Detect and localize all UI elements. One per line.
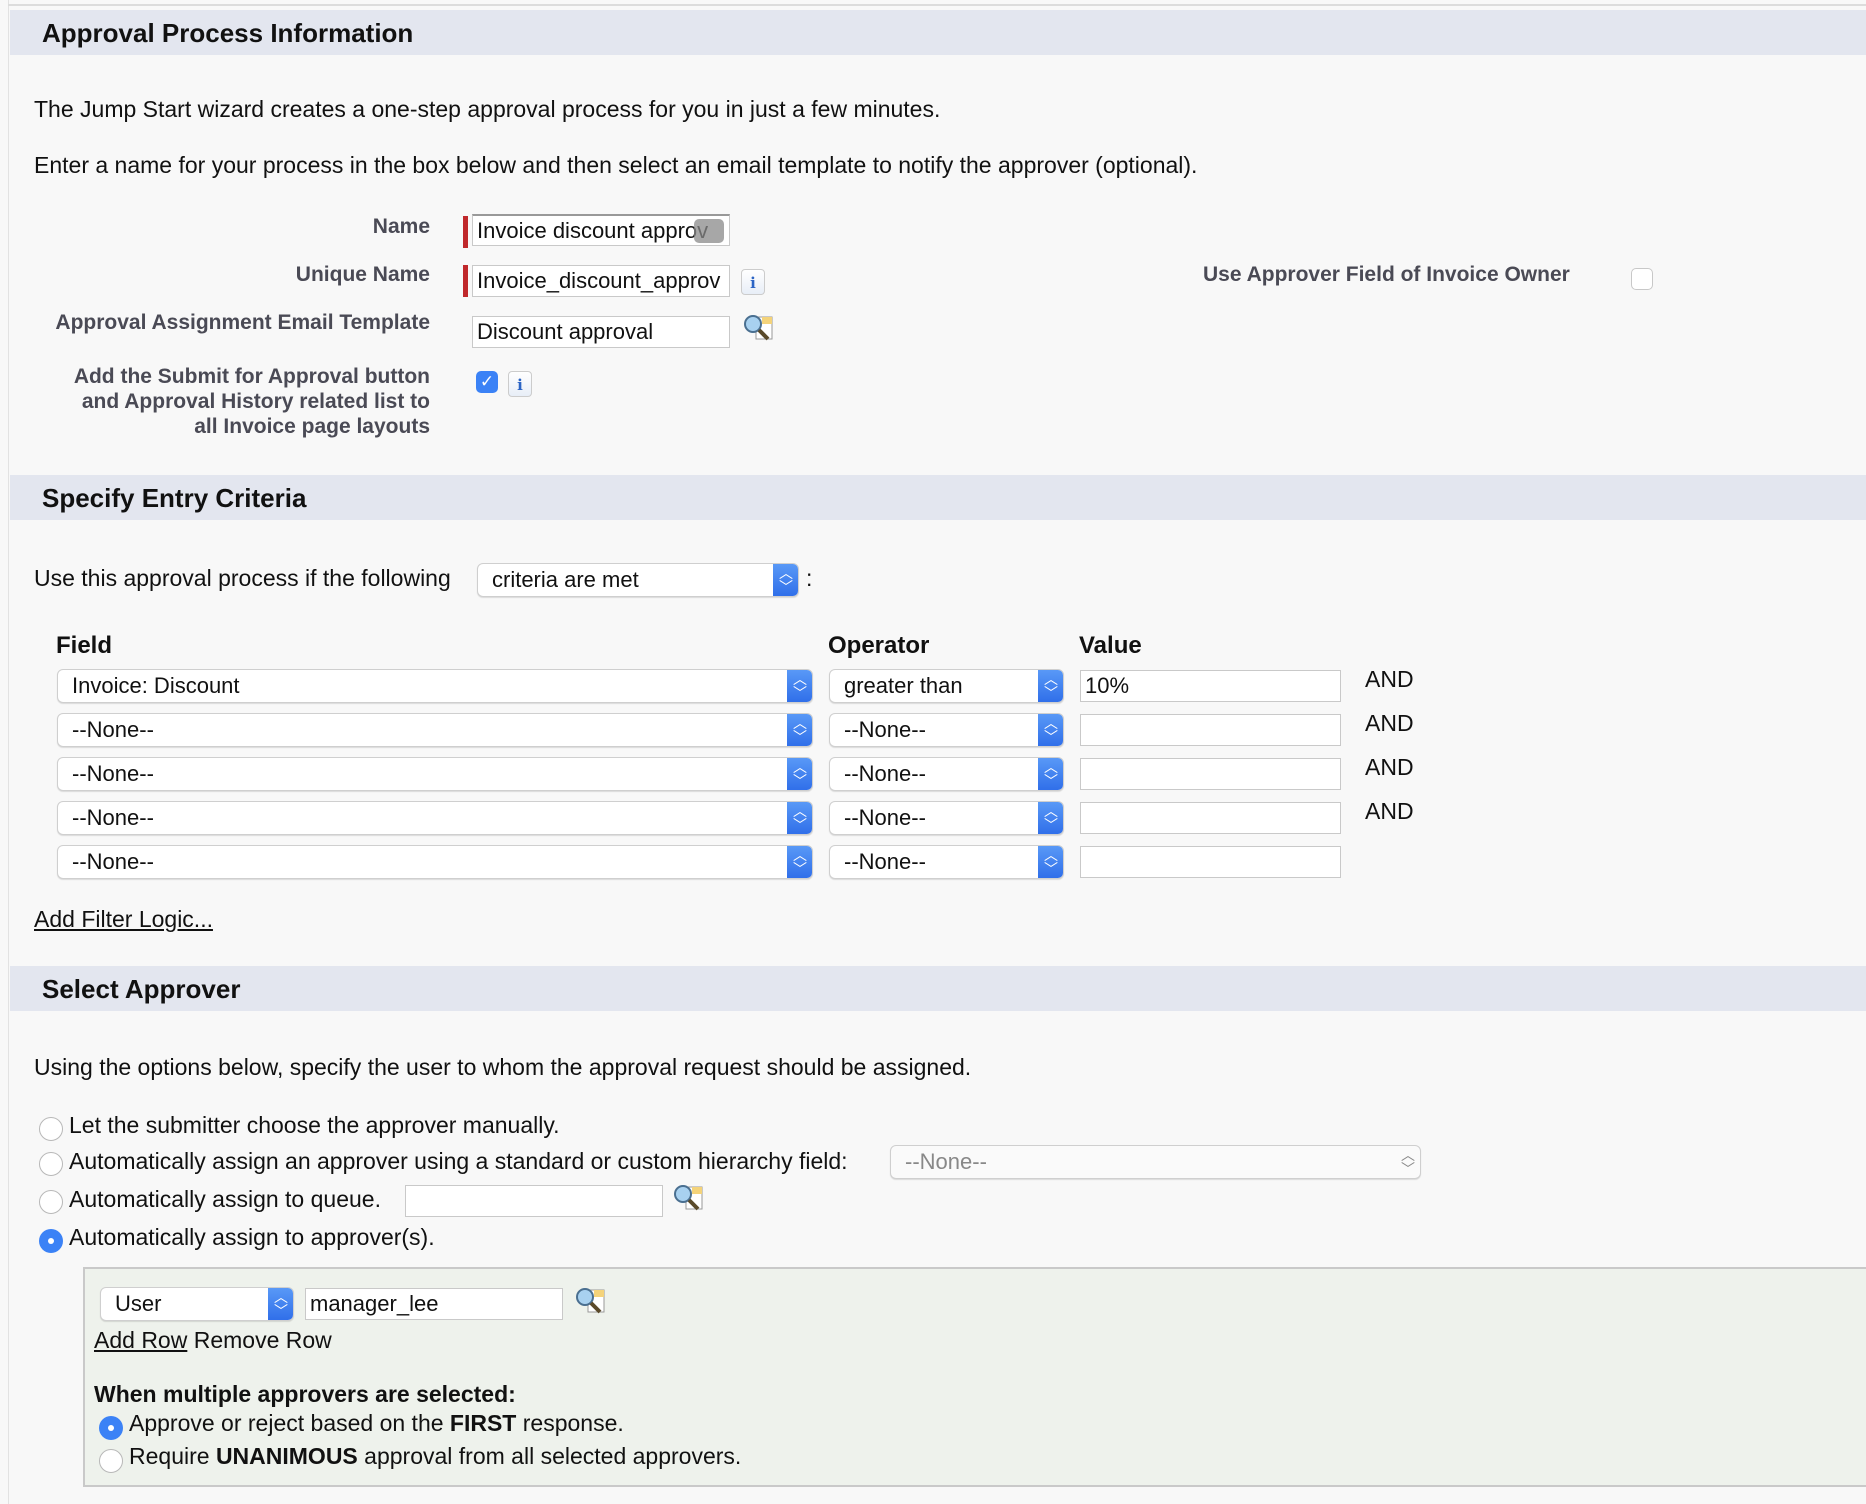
use-approver-field-label: Use Approver Field of Invoice Owner <box>1203 263 1570 286</box>
criteria-value-input[interactable] <box>1080 758 1341 790</box>
unanimous-label: Require UNANIMOUS approval from all sele… <box>129 1443 742 1469</box>
chevron-updown-icon: ︿ ﹀ <box>787 670 812 702</box>
radio-first-response[interactable] <box>99 1416 123 1440</box>
criteria-prefix-text: Use this approval process if the followi… <box>34 565 451 591</box>
section-header-select-approver: Select Approver <box>10 966 1866 1011</box>
remove-row-text: Remove Row <box>193 1327 332 1353</box>
lookup-icon[interactable] <box>742 313 774 343</box>
lookup-icon[interactable] <box>574 1286 606 1316</box>
criteria-conjunction: AND <box>1365 710 1414 736</box>
radio-hierarchy[interactable] <box>39 1152 63 1176</box>
option-label: Automatically assign to approver(s). <box>69 1224 435 1250</box>
option-label: Let the submitter choose the approver ma… <box>69 1112 560 1138</box>
approver-type-select[interactable]: User ︿ ﹀ <box>100 1287 294 1321</box>
info-icon[interactable]: i <box>741 269 765 295</box>
criteria-mode-select[interactable]: criteria are met ︿ ﹀ <box>477 563 799 597</box>
page-left-border <box>8 0 9 1504</box>
chevron-updown-icon: ︿ ﹀ <box>1038 758 1063 790</box>
section-title: Approval Process Information <box>42 18 414 48</box>
column-header-operator: Operator <box>828 632 930 659</box>
chevron-updown-icon: ︿ ﹀ <box>1401 1147 1415 1177</box>
chevron-updown-icon: ︿ ﹀ <box>773 564 798 596</box>
radio-manual[interactable] <box>39 1117 63 1141</box>
chevron-updown-icon: ︿ ﹀ <box>787 714 812 746</box>
criteria-field-select[interactable]: --None-- ︿ ﹀ <box>57 713 813 747</box>
radio-unanimous[interactable] <box>99 1449 123 1473</box>
submit-button-label: Add the Submit for Approval button and A… <box>73 365 430 438</box>
chevron-updown-icon: ︿ ﹀ <box>268 1288 293 1320</box>
column-header-field: Field <box>56 632 113 659</box>
radio-queue[interactable] <box>39 1190 63 1214</box>
criteria-conjunction: AND <box>1365 754 1414 780</box>
hierarchy-field-select[interactable]: --None-- ︿ ﹀ <box>890 1145 1421 1179</box>
column-header-value: Value <box>1079 632 1142 659</box>
chevron-updown-icon: ︿ ﹀ <box>1038 714 1063 746</box>
required-indicator <box>463 216 468 248</box>
criteria-operator-select[interactable]: --None-- ︿ ﹀ <box>829 845 1064 879</box>
chevron-updown-icon: ︿ ﹀ <box>1038 846 1063 878</box>
use-approver-field-checkbox[interactable] <box>1631 268 1653 290</box>
email-template-input[interactable]: Discount approval <box>472 316 730 348</box>
name-label: Name <box>372 215 430 238</box>
criteria-suffix: : <box>806 565 813 591</box>
first-response-label: Approve or reject based on the FIRST res… <box>129 1410 624 1436</box>
section-title: Specify Entry Criteria <box>42 483 307 513</box>
info-icon[interactable]: i <box>508 371 532 397</box>
criteria-field-select[interactable]: --None-- ︿ ﹀ <box>57 801 813 835</box>
row-actions: Add Row Remove Row <box>94 1327 332 1354</box>
approver-intro-text: Using the options below, specify the use… <box>34 1054 972 1080</box>
criteria-field-select[interactable]: --None-- ︿ ﹀ <box>57 845 813 879</box>
add-row-link[interactable]: Add Row <box>94 1327 187 1353</box>
criteria-field-select[interactable]: --None-- ︿ ﹀ <box>57 757 813 791</box>
unique-name-label: Unique Name <box>295 263 430 286</box>
criteria-value-input[interactable] <box>1080 802 1341 834</box>
option-label: Automatically assign to queue. <box>69 1186 381 1212</box>
intro-text: The Jump Start wizard creates a one-step… <box>34 96 941 122</box>
criteria-value-input[interactable] <box>1080 846 1341 878</box>
unique-name-input[interactable]: Invoice_discount_approv <box>472 265 730 297</box>
section-header-specify-entry-criteria: Specify Entry Criteria <box>10 475 1866 520</box>
lookup-icon[interactable] <box>672 1183 704 1213</box>
criteria-operator-select[interactable]: --None-- ︿ ﹀ <box>829 713 1064 747</box>
criteria-operator-select[interactable]: --None-- ︿ ﹀ <box>829 801 1064 835</box>
multiple-approvers-heading: When multiple approvers are selected: <box>94 1381 516 1407</box>
criteria-conjunction: AND <box>1365 666 1414 692</box>
criteria-value-input[interactable] <box>1080 714 1341 746</box>
chevron-updown-icon: ︿ ﹀ <box>787 846 812 878</box>
section-title: Select Approver <box>42 974 241 1004</box>
chevron-updown-icon: ︿ ﹀ <box>1038 802 1063 834</box>
autofill-contact-icon[interactable] <box>694 219 724 243</box>
criteria-conjunction: AND <box>1365 798 1414 824</box>
criteria-operator-select[interactable]: greater than ︿ ﹀ <box>829 669 1064 703</box>
add-filter-logic-link[interactable]: Add Filter Logic... <box>34 906 213 933</box>
page-top-border <box>8 4 1866 6</box>
email-template-label: Approval Assignment Email Template <box>55 311 430 334</box>
approver-input[interactable]: manager_lee <box>305 1288 563 1320</box>
section-header-approval-process-information: Approval Process Information <box>10 10 1866 55</box>
chevron-updown-icon: ︿ ﹀ <box>1038 670 1063 702</box>
instructions-text: Enter a name for your process in the box… <box>34 152 1198 178</box>
radio-assign-approvers[interactable] <box>39 1229 63 1253</box>
chevron-updown-icon: ︿ ﹀ <box>787 758 812 790</box>
chevron-updown-icon: ︿ ﹀ <box>787 802 812 834</box>
criteria-value-input[interactable]: 10% <box>1080 670 1341 702</box>
name-input[interactable]: Invoice discount approv <box>472 214 730 246</box>
queue-input[interactable] <box>405 1185 663 1217</box>
criteria-field-select[interactable]: Invoice: Discount ︿ ﹀ <box>57 669 813 703</box>
criteria-operator-select[interactable]: --None-- ︿ ﹀ <box>829 757 1064 791</box>
submit-for-approval-checkbox[interactable]: ✓ <box>476 371 498 393</box>
required-indicator <box>463 265 468 297</box>
option-label: Automatically assign an approver using a… <box>69 1148 848 1174</box>
